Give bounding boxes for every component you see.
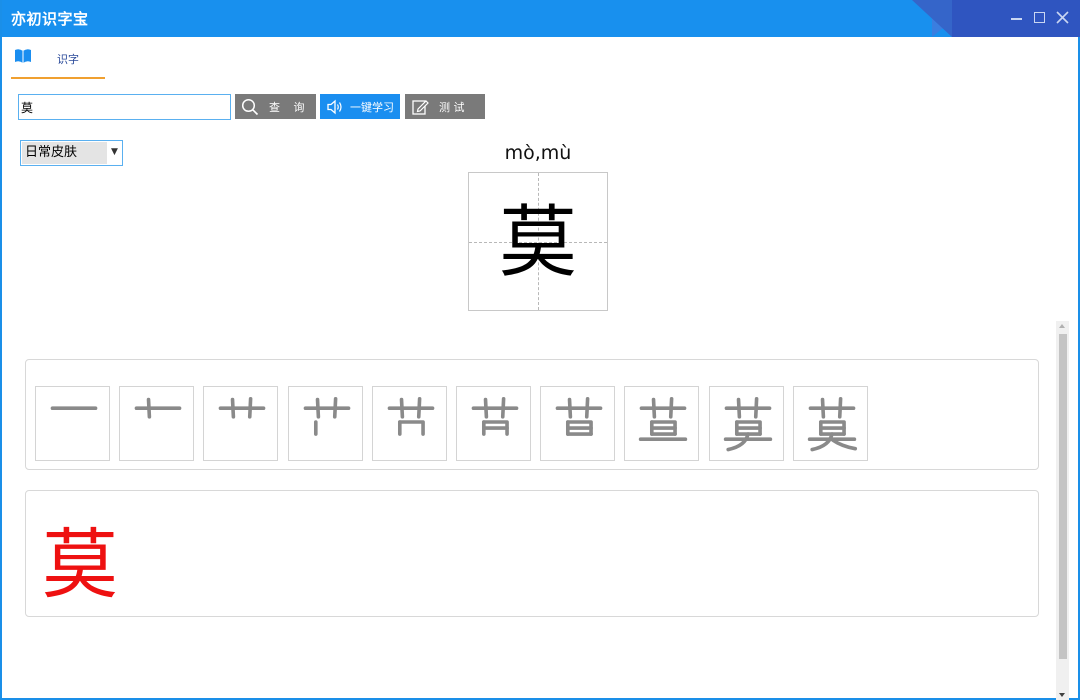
scroll-up-icon[interactable] <box>1059 324 1065 328</box>
tab-literacy[interactable]: 识字 <box>11 46 105 79</box>
stroke-glyph <box>303 396 350 436</box>
stroke-order-step <box>624 386 700 461</box>
book-icon <box>15 49 31 63</box>
main-character: 莫 <box>498 198 577 288</box>
stroke-order-step <box>371 386 447 461</box>
stroke-glyph <box>387 396 435 436</box>
skin-dropdown[interactable]: 日常皮肤 ▼ <box>20 140 123 166</box>
stroke-order-step <box>708 386 784 461</box>
one-click-learn-button[interactable]: 一键学习 <box>320 94 400 119</box>
vertical-scrollbar[interactable] <box>1056 321 1069 700</box>
stroke-glyph <box>723 396 772 452</box>
search-icon <box>241 98 259 116</box>
scrollbar-thumb[interactable] <box>1059 334 1067 659</box>
title-decoration <box>912 0 952 37</box>
speaker-icon <box>327 99 342 115</box>
scroll-down-icon[interactable] <box>1059 693 1065 697</box>
stroke-order-step <box>287 386 363 461</box>
stroke-glyph <box>639 396 688 442</box>
learn-label: 一键学习 <box>350 101 394 114</box>
minimize-icon[interactable] <box>1008 9 1026 27</box>
stroke-glyph <box>555 396 603 436</box>
search-input[interactable] <box>18 94 231 120</box>
stroke-glyph <box>219 396 266 419</box>
query-button[interactable]: 查 询 <box>235 94 316 119</box>
query-label: 查 询 <box>269 101 305 114</box>
app-window: 亦初识字宝 识字 查 询 一键学习 <box>0 0 1080 700</box>
pinyin-label: mò,mù <box>504 142 572 164</box>
tab-label: 识字 <box>57 53 79 66</box>
stroke-order-step <box>792 386 868 461</box>
edit-icon <box>412 100 429 115</box>
test-button[interactable]: 测 试 <box>405 94 485 119</box>
test-label: 测 试 <box>439 101 465 114</box>
close-icon[interactable] <box>1054 9 1072 27</box>
stroke-order-step <box>456 386 531 461</box>
stroke-order-step <box>540 386 616 461</box>
stroke-glyph <box>807 396 857 452</box>
stroke-order-step <box>203 386 279 461</box>
stroke-glyph <box>134 397 182 419</box>
writing-demo-panel: 莫 <box>25 490 1039 617</box>
title-bar: 亦初识字宝 <box>2 0 1080 37</box>
chevron-down-icon: ▼ <box>111 147 118 157</box>
stroke-glyph <box>471 396 519 436</box>
stroke-order-panel <box>25 359 1039 470</box>
demo-character: 莫 <box>42 520 118 609</box>
stroke-glyph <box>50 406 98 411</box>
stroke-order-step <box>35 386 110 461</box>
maximize-icon[interactable] <box>1031 9 1049 27</box>
stroke-order-step <box>119 386 195 461</box>
app-title: 亦初识字宝 <box>11 10 89 28</box>
skin-selected-value: 日常皮肤 <box>22 142 107 164</box>
character-grid-box: 莫 <box>468 172 608 311</box>
